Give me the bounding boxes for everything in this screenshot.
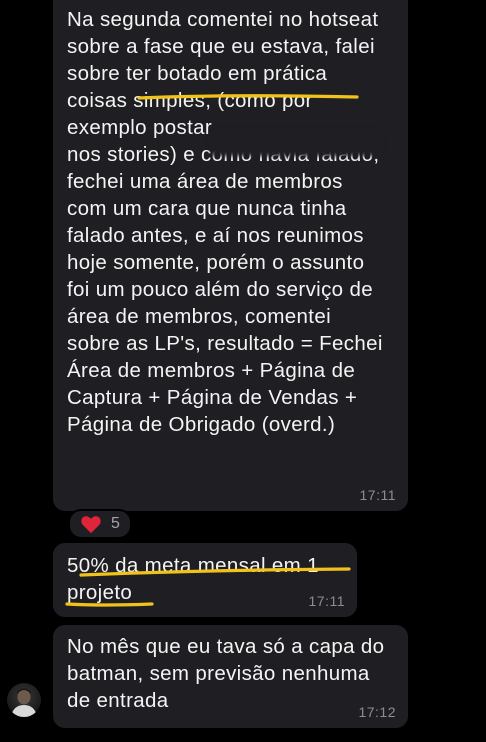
message-bubble-1[interactable]: Na segunda comentei no hotseat sobre a f… [53, 0, 408, 511]
reaction-pill[interactable]: 5 [68, 509, 132, 539]
avatar[interactable] [7, 683, 41, 717]
message-time-1: 17:11 [359, 487, 396, 503]
message-text-1: Na segunda comentei no hotseat sobre a f… [67, 8, 383, 436]
reaction-count: 5 [111, 515, 120, 532]
message-time-3: 17:12 [358, 704, 396, 720]
heart-icon [81, 516, 101, 534]
message-time-2: 17:11 [308, 593, 345, 609]
message-bubble-2[interactable]: 50% da meta mensal em 1 projeto 17:11 [53, 543, 357, 617]
person-icon [11, 688, 37, 717]
message-bubble-3[interactable]: No mês que eu tava só a capa do batman, … [53, 625, 408, 728]
censored-region [211, 130, 381, 156]
message-text-3: No mês que eu tava só a capa do batman, … [67, 635, 385, 712]
